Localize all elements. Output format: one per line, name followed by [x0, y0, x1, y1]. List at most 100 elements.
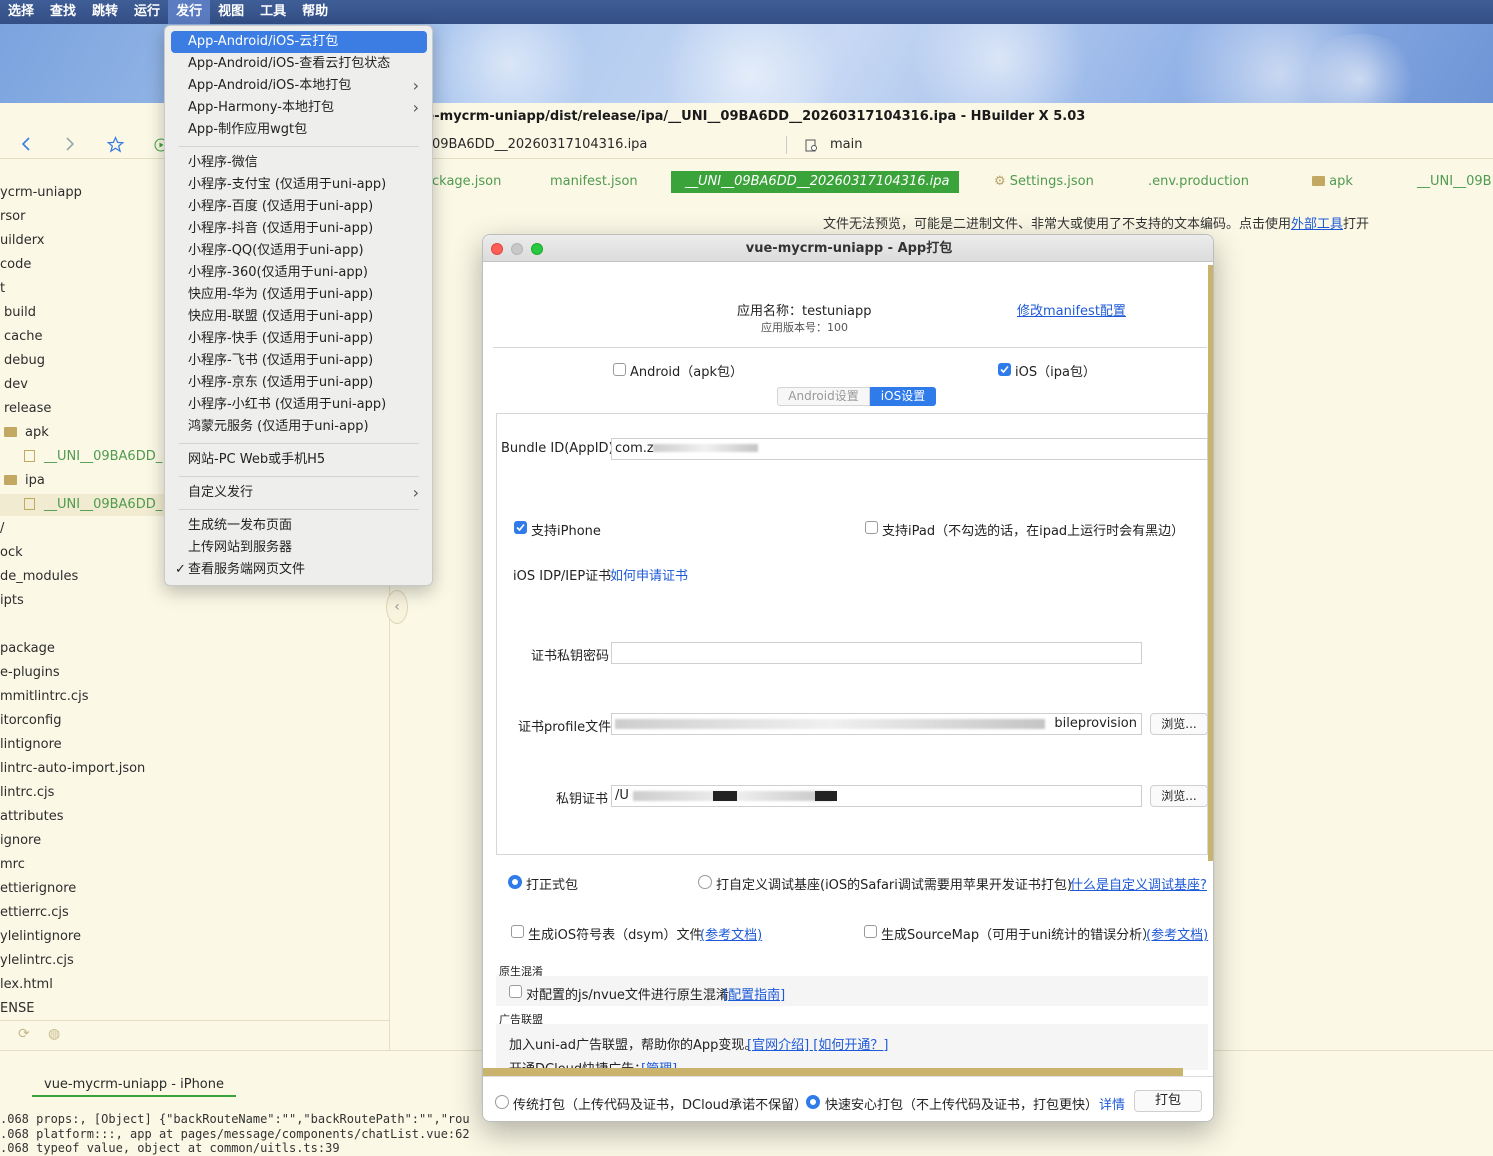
private-key-browse-button[interactable]: 浏览...	[1150, 785, 1208, 807]
tab-apk-folder[interactable]: apk	[1312, 171, 1353, 193]
back-icon[interactable]	[18, 136, 34, 152]
menu-publish[interactable]: 发行	[168, 0, 211, 24]
cert-help-link[interactable]: 如何申请证书	[610, 565, 688, 584]
close-window-icon[interactable]	[491, 243, 503, 255]
menu-item[interactable]: App-Android/iOS-查看云打包状态	[171, 53, 427, 75]
tree-item[interactable]: mrc	[0, 854, 388, 876]
tree-item[interactable]: lex.html	[0, 974, 388, 996]
sourcemap-doc-link[interactable]: (参考文档)	[1146, 924, 1208, 943]
tab-android-settings[interactable]: Android设置	[777, 387, 870, 406]
ios-checkbox[interactable]	[998, 363, 1011, 376]
tree-item[interactable]	[0, 614, 388, 636]
menu-item[interactable]: 小程序-京东 (仅适用于uni-app)	[171, 372, 427, 394]
tab-env-production[interactable]: .env.production	[1148, 171, 1249, 193]
tree-item[interactable]: lintignore	[0, 734, 388, 756]
palette-icon[interactable]: ◍	[48, 1026, 60, 1042]
tree-item[interactable]: mmitlintrc.cjs	[0, 686, 388, 708]
menu-item[interactable]: 小程序-小红书 (仅适用于uni-app)	[171, 394, 427, 416]
horizontal-scrollbar[interactable]	[483, 1068, 1183, 1076]
file-icon	[24, 498, 35, 510]
profile-browse-button[interactable]: 浏览...	[1150, 713, 1208, 735]
dialog-scrollbar[interactable]	[1208, 265, 1213, 861]
menu-item[interactable]: 鸿蒙元服务 (仅适用于uni-app)	[171, 416, 427, 438]
menu-view[interactable]: 视图	[210, 0, 252, 24]
traditional-pack-radio[interactable]	[495, 1095, 509, 1109]
collapse-sidebar-icon[interactable]: ‹	[386, 590, 408, 624]
obfuscation-guide-link[interactable]: [配置指南]	[723, 984, 785, 1003]
custom-base-radio[interactable]	[698, 875, 712, 889]
dsym-doc-link[interactable]: (参考文档)	[700, 924, 762, 943]
menu-item[interactable]: 小程序-微信	[171, 152, 427, 174]
menu-item[interactable]: App-Android/iOS-本地打包 ›	[171, 75, 427, 97]
tree-item[interactable]: ylelintrc.cjs	[0, 950, 388, 972]
tab-package-json[interactable]: ckage.json	[432, 171, 501, 193]
support-ipad-checkbox[interactable]	[865, 521, 878, 534]
tree-item[interactable]: ENSE	[0, 998, 388, 1020]
ad-links[interactable]: [官网介绍] [如何开通？]	[747, 1034, 888, 1053]
external-tool-link[interactable]: 外部工具	[1291, 217, 1343, 232]
tree-item[interactable]: attributes	[0, 806, 388, 828]
tab-manifest-json[interactable]: manifest.json	[550, 171, 638, 193]
minimize-window-icon[interactable]	[511, 243, 523, 255]
star-icon[interactable]	[107, 136, 124, 153]
tree-item[interactable]: ipts	[0, 590, 388, 612]
tree-item[interactable]: e-plugins	[0, 662, 388, 684]
menu-item[interactable]: App-Harmony-本地打包 ›	[171, 97, 427, 119]
tree-item-label: ettierrc.cjs	[0, 905, 69, 920]
menu-item[interactable]: 快应用-华为 (仅适用于uni-app)	[171, 284, 427, 306]
detail-link[interactable]: 详情	[1099, 1094, 1125, 1113]
menu-item[interactable]: 小程序-百度 (仅适用于uni-app)	[171, 196, 427, 218]
tab-uni-folder[interactable]: __UNI__09B	[1417, 171, 1492, 193]
console-tab[interactable]: vue-mycrm-uniapp - iPhone	[32, 1073, 236, 1097]
menu-tools[interactable]: 工具	[252, 0, 294, 24]
support-iphone-checkbox[interactable]	[514, 521, 527, 534]
key-password-input[interactable]	[611, 642, 1142, 664]
tree-item[interactable]: lintrc-auto-import.json	[0, 758, 388, 780]
menu-item[interactable]: 小程序-支付宝 (仅适用于uni-app)	[171, 174, 427, 196]
menu-item[interactable]: 小程序-抖音 (仅适用于uni-app)	[171, 218, 427, 240]
fast-pack-radio[interactable]	[806, 1095, 820, 1109]
obfuscation-checkbox[interactable]	[509, 985, 522, 998]
menu-item[interactable]: 网站-PC Web或手机H5	[171, 449, 427, 471]
menu-item[interactable]: 生成统一发布页面	[171, 515, 427, 537]
pack-button[interactable]: 打包	[1134, 1090, 1202, 1112]
menu-item[interactable]: 小程序-360(仅适用于uni-app)	[171, 262, 427, 284]
tree-item[interactable]: package	[0, 638, 388, 660]
menu-item[interactable]: 小程序-快手 (仅适用于uni-app)	[171, 328, 427, 350]
menu-item[interactable]: 上传网站到服务器	[171, 537, 427, 559]
menu-item[interactable]: App-Android/iOS-云打包	[171, 31, 427, 53]
menu-help[interactable]: 帮助	[294, 0, 336, 24]
menu-find[interactable]: 查找	[42, 0, 84, 24]
edit-manifest-link[interactable]: 修改manifest配置	[1017, 300, 1126, 319]
zoom-window-icon[interactable]	[531, 243, 543, 255]
menu-item[interactable]: 快应用-联盟 (仅适用于uni-app)	[171, 306, 427, 328]
tab-ios-settings[interactable]: iOS设置	[870, 387, 936, 406]
tab-settings-json[interactable]: ⚙ Settings.json	[994, 171, 1094, 193]
menu-goto[interactable]: 跳转	[84, 0, 126, 24]
formal-package-radio[interactable]	[508, 875, 522, 889]
menu-item[interactable]: 小程序-QQ(仅适用于uni-app)	[171, 240, 427, 262]
tab-ipa-file[interactable]: __UNI__09BA6DD__20260317104316.ipa	[671, 171, 959, 193]
menu-item[interactable]: ✓ 查看服务端网页文件	[171, 559, 427, 581]
menu-item[interactable]: App-制作应用wgt包	[171, 119, 427, 141]
branch-name[interactable]: main	[830, 137, 862, 152]
tree-item[interactable]: lintrc.cjs	[0, 782, 388, 804]
dsym-checkbox[interactable]	[511, 925, 524, 938]
redacted-bundle	[653, 444, 758, 452]
tree-item[interactable]: ettierrc.cjs	[0, 902, 388, 924]
android-checkbox[interactable]	[613, 363, 626, 376]
menu-item[interactable]: 自定义发行 ›	[171, 482, 427, 504]
tree-item-label: rsor	[0, 209, 26, 224]
tree-item[interactable]: itorconfig	[0, 710, 388, 732]
custom-base-help-link[interactable]: 什么是自定义调试基座?	[1070, 874, 1207, 893]
address-file[interactable]: 09BA6DD__20260317104316.ipa	[432, 137, 647, 152]
menu-run[interactable]: 运行	[126, 0, 168, 24]
tree-item[interactable]: ettierignore	[0, 878, 388, 900]
tree-item[interactable]: ylelintignore	[0, 926, 388, 948]
history-icon[interactable]: ⟳	[18, 1026, 30, 1042]
sourcemap-checkbox[interactable]	[864, 925, 877, 938]
forward-icon[interactable]	[62, 136, 78, 152]
menu-item[interactable]: 小程序-飞书 (仅适用于uni-app)	[171, 350, 427, 372]
menu-select[interactable]: 选择	[0, 0, 42, 24]
tree-item[interactable]: ignore	[0, 830, 388, 852]
